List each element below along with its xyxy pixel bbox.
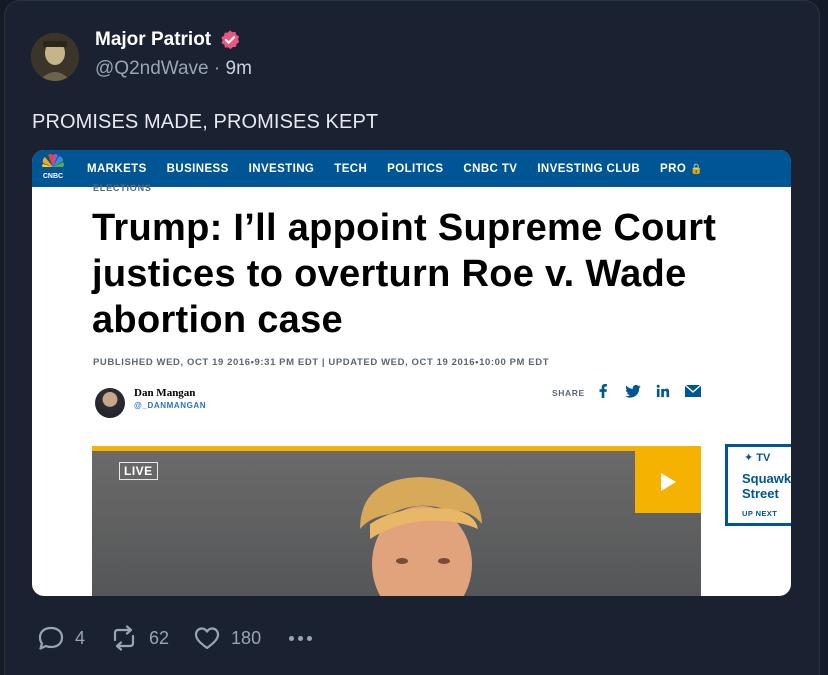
cnbc-nav-bar: CNBC MARKETS BUSINESS INVESTING TECH POL… [32, 150, 791, 187]
repost-icon [113, 625, 135, 651]
repost-count: 62 [149, 627, 170, 648]
nav-item-politics: POLITICS [387, 162, 444, 175]
article-headline: Trump: I’ll appoint Supreme Court justic… [92, 207, 717, 341]
nav-item-tech: TECH [334, 162, 368, 175]
cnbc-tv-logo: ✦ TV [744, 451, 770, 464]
dot [307, 635, 313, 641]
verified-badge-icon [221, 30, 240, 50]
cnbc-logo-text: CNBC [43, 173, 63, 180]
reply-count: 4 [75, 627, 86, 648]
video-speaker-image [360, 477, 482, 596]
author-name-row[interactable]: Major Patriot [95, 29, 241, 51]
reply-button[interactable]: 4 [37, 625, 85, 651]
article-dateline: PUBLISHED WED, OCT 19 2016•9:31 PM EDT |… [93, 357, 550, 368]
repost-button[interactable]: 62 [109, 625, 169, 651]
video-player: LIVE [92, 446, 701, 596]
cnbc-tv-widget: ✦ TV Squawk Street UP NEXT [725, 444, 791, 526]
article-kicker: ELECTIONS [93, 183, 152, 193]
linkedin-icon [655, 383, 671, 399]
embedded-screenshot[interactable]: CNBC MARKETS BUSINESS INVESTING TECH POL… [32, 150, 791, 596]
live-badge: LIVE [119, 462, 158, 480]
author-name[interactable]: Major Patriot [95, 29, 211, 51]
peacock-icon: ✦ [744, 452, 754, 464]
dot [289, 635, 295, 641]
author-handle[interactable]: @Q2ndWave [95, 58, 209, 79]
nav-item-pro-label: PRO [660, 162, 687, 175]
share-icons [595, 383, 701, 399]
cnbc-logo-icon: CNBC [42, 154, 64, 180]
twitter-icon [625, 383, 641, 399]
article-author-name: Dan Mangan [134, 387, 196, 399]
heart-icon [194, 627, 220, 650]
nav-item-pro: PRO 🔒 [660, 163, 703, 175]
tv-show-title: Squawk Street [742, 471, 791, 501]
action-bar: 4 62 180 [37, 622, 313, 654]
like-count: 180 [231, 627, 262, 648]
nav-item-cnbc-tv: CNBC TV [463, 162, 518, 175]
article-author-photo [95, 388, 125, 418]
lock-icon: 🔒 [690, 163, 704, 175]
nav-item-markets: MARKETS [87, 162, 147, 175]
dot [298, 635, 304, 641]
share-label: SHARE [552, 388, 585, 398]
post-text: PROMISES MADE, PROMISES KEPT [32, 111, 379, 133]
like-button[interactable]: 180 [193, 625, 261, 651]
play-icon [661, 473, 676, 491]
facebook-icon [595, 383, 611, 399]
tv-up-next: UP NEXT [742, 509, 778, 518]
email-icon [685, 383, 701, 399]
play-button [635, 451, 701, 513]
nav-item-investing-club: INVESTING CLUB [537, 162, 641, 175]
post-time[interactable]: 9m [226, 58, 252, 79]
cnbc-nav-items: MARKETS BUSINESS INVESTING TECH POLITICS… [87, 150, 723, 187]
cnbc-tv-logo-text: TV [756, 452, 771, 464]
reply-icon [38, 626, 64, 650]
more-options-icon[interactable] [289, 635, 313, 641]
nav-item-investing: INVESTING [248, 162, 315, 175]
handle-row: @Q2ndWave · 9m [95, 58, 252, 80]
separator: · [213, 58, 221, 79]
nav-item-business: BUSINESS [166, 162, 229, 175]
avatar[interactable] [31, 33, 79, 81]
article-author-handle: @_DANMANGAN [134, 401, 207, 410]
